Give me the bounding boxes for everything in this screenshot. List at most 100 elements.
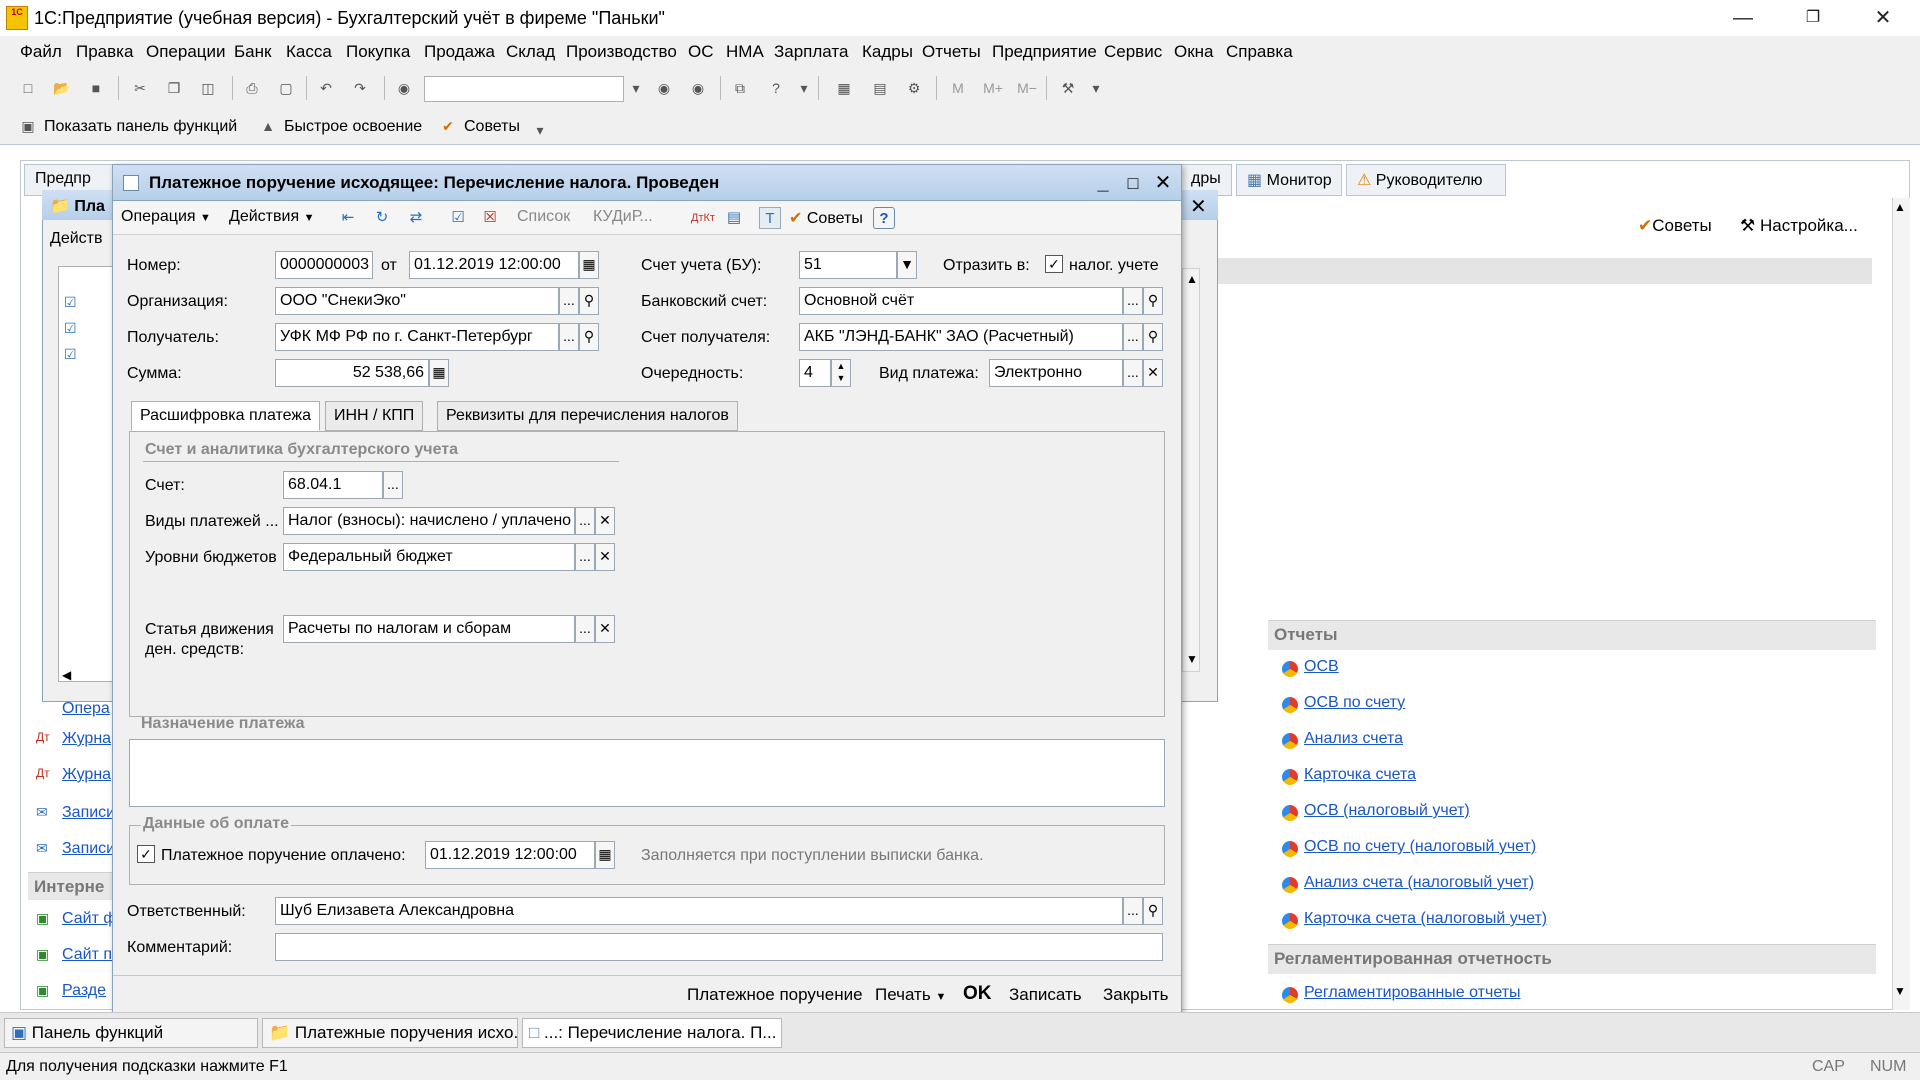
scroll-up-icon[interactable]: ▲	[1894, 200, 1906, 214]
cashflow-field[interactable]: Расчеты по налогам и сборам	[283, 615, 575, 643]
tab-manager[interactable]: ⚠ Руководителю	[1346, 164, 1506, 196]
bank-account-field[interactable]: Основной счёт	[799, 287, 1123, 315]
task-payment-order[interactable]: □ ...: Перечисление налога. П...	[522, 1018, 782, 1048]
print-form-button[interactable]: Платежное поручение	[687, 985, 863, 1005]
copy-icon[interactable]: ❐	[164, 78, 184, 98]
show-function-panel-button[interactable]: Показать панель функций	[44, 118, 237, 136]
search-icon[interactable]: ⚲	[579, 323, 599, 351]
print-button[interactable]: Печать ▼	[875, 985, 946, 1005]
purpose-textarea[interactable]	[129, 739, 1165, 807]
calendar-icon[interactable]: ▦	[579, 251, 599, 279]
search-icon[interactable]: ⚲	[1143, 287, 1163, 315]
tools-icon[interactable]: ⚒	[1058, 78, 1078, 98]
select-ellipsis-icon[interactable]: ...	[575, 615, 595, 643]
quick-start-button[interactable]: Быстрое освоение	[284, 118, 422, 136]
save-button[interactable]: Записать	[1009, 985, 1082, 1005]
budget-level-field[interactable]: Федеральный бюджет	[283, 543, 575, 571]
help-icon[interactable]: ?	[873, 207, 895, 229]
recipient-field[interactable]: УФК МФ РФ по г. Санкт-Петербург	[275, 323, 559, 351]
menu-file[interactable]: Файл	[20, 42, 62, 62]
exchange-icon[interactable]: ⇄	[405, 207, 427, 229]
list-actions-menu[interactable]: Действ	[50, 230, 103, 248]
sum-field[interactable]: 52 538,66	[275, 359, 429, 387]
report-link-osv[interactable]: ОСВ	[1304, 658, 1339, 676]
task-payment-orders-list[interactable]: 📁 Платежные поручения исхо...	[262, 1018, 518, 1048]
priority-field[interactable]: 4	[799, 359, 831, 387]
payment-kinds-field[interactable]: Налог (взносы): начислено / уплачено	[283, 507, 575, 535]
dialog-minimize-button[interactable]: _	[1091, 171, 1115, 195]
left-link-records-1[interactable]: Записи	[62, 804, 115, 822]
report-link-osv-account[interactable]: ОСВ по счету	[1304, 694, 1405, 712]
redo-icon[interactable]: ↷	[350, 78, 370, 98]
menu-sale[interactable]: Продажа	[424, 42, 495, 62]
select-ellipsis-icon[interactable]: ...	[559, 323, 579, 351]
select-ellipsis-icon[interactable]: ...	[575, 543, 595, 571]
bg-scrollbar[interactable]	[1892, 198, 1910, 1010]
settings-button[interactable]: ⚒ Настройка...	[1740, 216, 1858, 236]
search-icon[interactable]: ⚲	[1143, 323, 1163, 351]
report-link-osv-tax[interactable]: ОСВ (налоговый учет)	[1304, 802, 1470, 820]
clear-icon[interactable]: ✕	[595, 615, 615, 643]
report-link-account-card-tax[interactable]: Карточка счета (налоговый учет)	[1304, 910, 1547, 928]
dialog-tips-button[interactable]: ✔ Советы	[789, 208, 863, 228]
refresh-icon[interactable]: ↻	[371, 207, 393, 229]
dialog-close-button[interactable]: ✕	[1151, 171, 1175, 195]
tax-accounting-checkbox[interactable]: ✓	[1045, 255, 1063, 273]
tips-button[interactable]: Советы	[464, 118, 520, 136]
clear-icon[interactable]: ✕	[595, 507, 615, 535]
responsible-field[interactable]: Шуб Елизавета Александровна	[275, 897, 1123, 925]
left-link-site-1[interactable]: Сайт ф	[62, 910, 117, 928]
ok-button[interactable]: OK	[963, 983, 992, 1005]
new-document-icon[interactable]: □	[18, 78, 38, 98]
left-link-records-2[interactable]: Записи	[62, 840, 115, 858]
report-link-regulated[interactable]: Регламентированные отчеты	[1304, 984, 1521, 1002]
paid-date-field[interactable]: 01.12.2019 12:00:00	[425, 841, 595, 869]
menu-cash[interactable]: Касса	[286, 42, 332, 62]
number-field[interactable]: 0000000003	[275, 251, 373, 279]
undo-icon[interactable]: ↶	[316, 78, 336, 98]
menu-salary[interactable]: Зарплата	[774, 42, 848, 62]
tab-tax-details[interactable]: Реквизиты для перечисления налогов	[437, 401, 738, 431]
tab-monitor[interactable]: ▦ Монитор	[1236, 164, 1342, 196]
clear-icon[interactable]: ✕	[1143, 359, 1163, 387]
calendar-icon[interactable]: ▦	[595, 841, 615, 869]
list-scrollbar[interactable]	[1182, 268, 1200, 672]
windows-icon[interactable]: ⧉	[730, 78, 750, 98]
close-button[interactable]: ✕	[1860, 4, 1906, 32]
select-ellipsis-icon[interactable]: ...	[559, 287, 579, 315]
left-link-sections[interactable]: Разде	[62, 982, 106, 1000]
menu-service[interactable]: Сервис	[1104, 42, 1162, 62]
search-combo[interactable]	[424, 76, 624, 102]
minimize-button[interactable]: —	[1720, 4, 1766, 32]
help-1c-icon[interactable]: ?	[766, 78, 786, 98]
calculator-icon[interactable]: ▦	[429, 359, 449, 387]
scroll-left-icon[interactable]: ◀	[62, 668, 71, 682]
scroll-down-icon[interactable]: ▼	[1894, 984, 1906, 998]
preview-icon[interactable]: ▢	[276, 78, 296, 98]
kudir-button[interactable]: КУДиР...	[593, 208, 653, 226]
select-ellipsis-icon[interactable]: ...	[1123, 287, 1143, 315]
menu-reports[interactable]: Отчеты	[922, 42, 981, 62]
memory-minus-icon[interactable]: M−	[1012, 78, 1042, 98]
select-ellipsis-icon[interactable]: ...	[1123, 323, 1143, 351]
post-document-icon[interactable]: ☑	[447, 207, 469, 229]
menu-fixed-assets[interactable]: ОС	[688, 42, 714, 62]
save-icon[interactable]: ■	[86, 78, 106, 98]
clear-icon[interactable]: ✕	[595, 543, 615, 571]
back-arrow-icon[interactable]: ⇤	[337, 207, 359, 229]
list-window-close-icon[interactable]: ✕	[1190, 194, 1207, 219]
select-ellipsis-icon[interactable]: ...	[1123, 359, 1143, 387]
recipient-account-field[interactable]: АКБ "ЛЭНД-БАНК" ЗАО (Расчетный)	[799, 323, 1123, 351]
menu-edit[interactable]: Правка	[76, 42, 133, 62]
open-folder-icon[interactable]: 📂	[52, 78, 72, 98]
actions-menu[interactable]: Действия ▼	[229, 208, 314, 226]
menu-windows[interactable]: Окна	[1174, 42, 1214, 62]
find-next-icon[interactable]: ◉	[654, 78, 674, 98]
memory-plus-icon[interactable]: M+	[978, 78, 1008, 98]
print-icon[interactable]: ⎙	[242, 78, 262, 98]
unpost-document-icon[interactable]: ☒	[479, 207, 501, 229]
dialog-maximize-button[interactable]: □	[1121, 171, 1145, 195]
menu-enterprise[interactable]: Предприятие	[992, 42, 1097, 62]
select-ellipsis-icon[interactable]: ...	[1123, 897, 1143, 925]
tab-inn-kpp[interactable]: ИНН / КПП	[325, 401, 424, 431]
